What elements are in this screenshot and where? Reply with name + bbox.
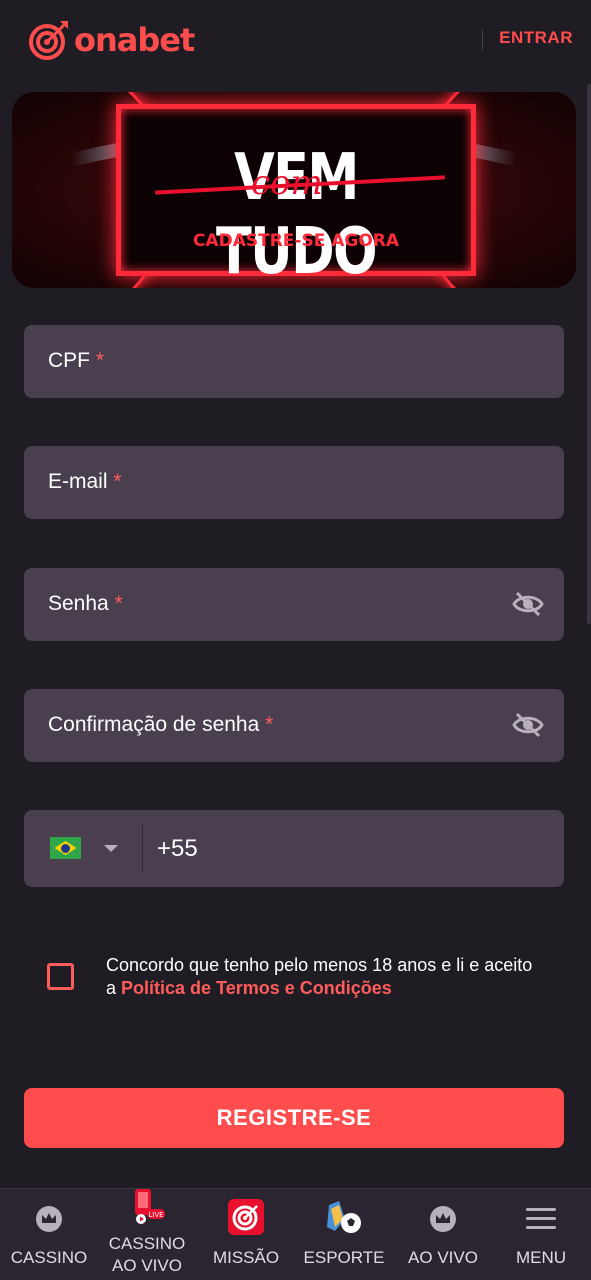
nav-item-cassino[interactable]: CASSINO (0, 1189, 98, 1280)
nav-label-menu: MENU (515, 1248, 567, 1267)
target-icon (228, 1199, 264, 1235)
cpf-label: CPF * (48, 349, 105, 372)
hamburger-icon (526, 1208, 556, 1229)
crown-icon (430, 1206, 456, 1232)
register-button[interactable]: REGISTRE-SE (24, 1088, 564, 1148)
terms-link[interactable]: Política de Termos e Condições (121, 978, 392, 998)
banner-frame: VEM TUDO com CADASTRE-SE AGORA (116, 104, 476, 288)
scrollbar[interactable] (587, 84, 591, 624)
brazil-flag-icon[interactable] (50, 837, 81, 859)
nav-item-esporte[interactable]: ESPORTE (295, 1189, 393, 1280)
email-label: E-mail * (48, 470, 122, 493)
header-divider (482, 30, 483, 50)
login-link[interactable]: ENTRAR (499, 28, 573, 48)
banner-script-word: com (251, 163, 323, 203)
eye-slash-icon[interactable] (512, 590, 544, 618)
cpf-field[interactable]: CPF * (24, 325, 564, 398)
password-label: Senha * (48, 592, 123, 615)
header: onabet ENTRAR (0, 0, 591, 82)
nav-label-esporte: ESPORTE (303, 1248, 385, 1267)
bottom-nav: CASSINO LIVE CASSINO AO VIVO MISSÃO ESPO… (0, 1188, 591, 1280)
promo-banner[interactable]: VEM TUDO com CADASTRE-SE AGORA (12, 92, 576, 288)
country-dropdown-icon[interactable] (104, 845, 118, 852)
confirm-password-field[interactable]: Confirmação de senha * (24, 689, 564, 762)
svg-text:LIVE: LIVE (148, 1211, 163, 1219)
banner-subtitle: CADASTRE-SE AGORA (192, 231, 400, 251)
terms-text: Concordo que tenho pelo menos 18 anos e … (106, 955, 533, 998)
nav-item-menu[interactable]: MENU (492, 1189, 590, 1280)
nav-label-ao-vivo: AO VIVO (408, 1248, 478, 1267)
nav-item-ao-vivo[interactable]: AO VIVO (394, 1189, 492, 1280)
crown-icon (36, 1206, 62, 1232)
eye-slash-icon[interactable] (512, 711, 544, 739)
onabet-logo[interactable]: onabet (28, 17, 195, 63)
live-casino-icon: LIVE (135, 1189, 165, 1224)
password-field[interactable]: Senha * (24, 568, 564, 641)
phone-divider (142, 824, 143, 873)
nav-item-cassino-ao-vivo[interactable]: LIVE CASSINO AO VIVO (98, 1189, 196, 1280)
logo-text: onabet (74, 21, 195, 59)
soccer-icon (327, 1201, 361, 1233)
nav-label-cassino: CASSINO (10, 1248, 88, 1267)
nav-label-missao: MISSÃO (212, 1248, 280, 1267)
phone-input[interactable]: +55 (157, 835, 198, 863)
email-field[interactable]: E-mail * (24, 446, 564, 519)
nav-item-missao[interactable]: MISSÃO (197, 1189, 295, 1280)
nav-label-cassino-ao-vivo: CASSINO AO VIVO (108, 1234, 186, 1275)
confirm-password-label: Confirmação de senha * (48, 713, 274, 736)
target-logo-icon (29, 21, 68, 60)
terms-checkbox[interactable] (47, 963, 74, 990)
phone-field[interactable]: +55 (24, 810, 564, 887)
